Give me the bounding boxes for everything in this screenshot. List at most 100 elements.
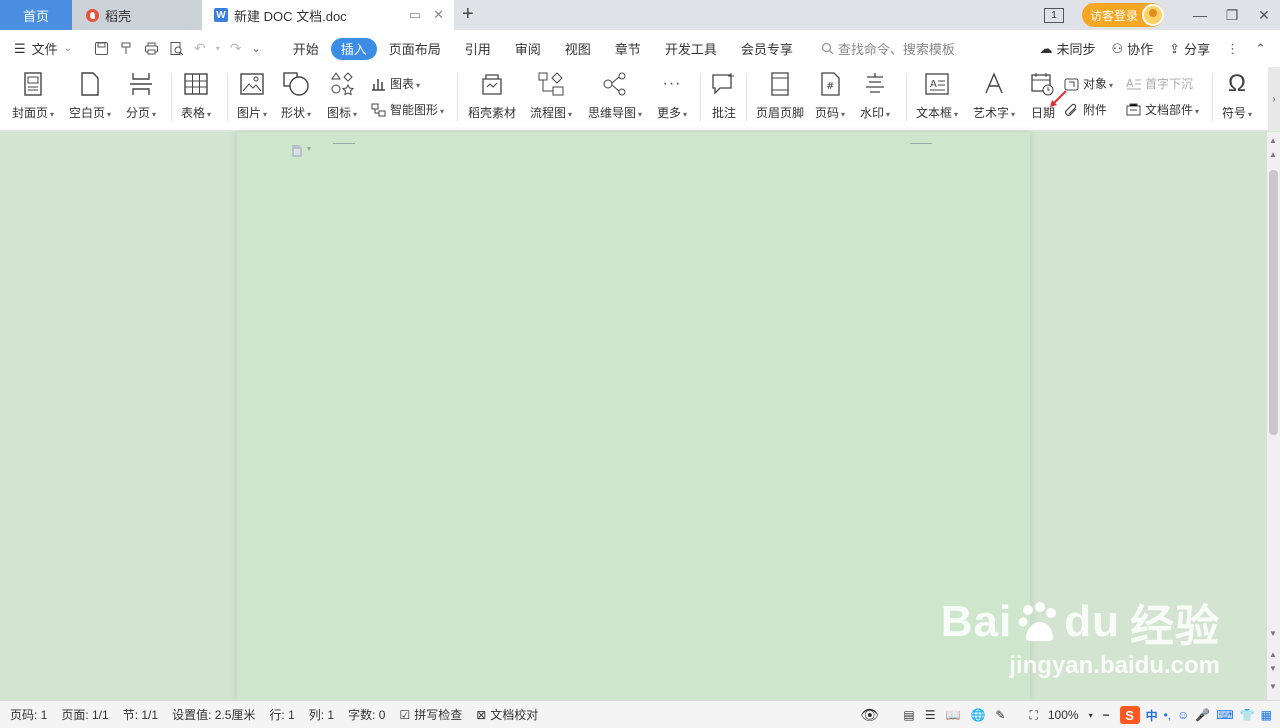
zoom-level[interactable]: 100% xyxy=(1048,708,1079,722)
tab-section[interactable]: 章节 xyxy=(603,38,653,60)
ime-toolbox-icon[interactable]: ▦ xyxy=(1261,708,1272,722)
tab-references[interactable]: 引用 xyxy=(453,38,503,60)
table-button[interactable]: 表格 xyxy=(181,71,211,121)
format-painter-icon[interactable] xyxy=(119,41,134,56)
zoom-out-icon[interactable]: − xyxy=(1103,708,1110,722)
doc-proof-button[interactable]: ⊠ 文档校对 xyxy=(476,706,538,723)
scroll-page-down-icon[interactable]: ▼ xyxy=(1269,629,1277,638)
symbol-button[interactable]: Ω 符号 xyxy=(1222,70,1252,121)
header-footer-button[interactable]: 页眉页脚 xyxy=(756,71,804,121)
scroll-down-icon[interactable]: ▼ xyxy=(1269,682,1277,691)
tab-developer[interactable]: 开发工具 xyxy=(653,38,729,60)
ime-skin-icon[interactable]: 👕 xyxy=(1240,708,1255,722)
tab-start[interactable]: 开始 xyxy=(281,38,331,60)
flowchart-button[interactable]: 流程图 xyxy=(530,71,572,121)
divider xyxy=(227,73,228,121)
window-count-badge[interactable]: 1 xyxy=(1043,7,1064,23)
watermark-button[interactable]: 水印 xyxy=(860,71,890,121)
attachment-button[interactable]: 附件 xyxy=(1064,101,1107,118)
picture-button[interactable]: 图片 xyxy=(237,71,267,121)
object-button[interactable]: 对象 xyxy=(1064,75,1113,92)
more-options-icon[interactable]: ⋮ xyxy=(1226,41,1239,57)
restore-icon[interactable]: ❐ xyxy=(1216,7,1248,24)
doke-material-button[interactable]: 稻壳素材 xyxy=(468,71,516,121)
status-setting[interactable]: 设置值: 2.5厘米 xyxy=(172,706,255,723)
status-section[interactable]: 节: 1/1 xyxy=(123,706,158,723)
tab-page-layout[interactable]: 页面布局 xyxy=(377,38,453,60)
mindmap-button[interactable]: 思维导图 xyxy=(588,71,642,121)
minimize-icon[interactable]: — xyxy=(1184,7,1216,23)
wordart-button[interactable]: 艺术字 xyxy=(973,71,1015,121)
page-number-button[interactable]: # 页码 xyxy=(815,71,845,121)
pin-window-icon[interactable]: ▭ xyxy=(409,7,421,23)
divider xyxy=(1212,73,1213,121)
watermark-label: 水印 xyxy=(860,104,890,121)
undo-dropdown-icon[interactable]: ▾ xyxy=(216,44,220,53)
scroll-prev-page-icon[interactable]: ▲ xyxy=(1269,650,1277,659)
paragraph-layout-icon[interactable]: ▾ xyxy=(291,144,311,158)
save-icon[interactable] xyxy=(94,41,109,56)
status-page-code[interactable]: 页码: 1 xyxy=(10,706,47,723)
tab-insert[interactable]: 插入 xyxy=(330,37,377,60)
outline-view-icon[interactable]: ☰ xyxy=(925,708,936,722)
tab-document[interactable]: W 新建 DOC 文档.doc ▭ ✕ xyxy=(202,0,454,30)
scroll-up-icon[interactable]: ▲ xyxy=(1269,136,1277,145)
ime-language[interactable]: 中 xyxy=(1146,707,1158,724)
doc-parts-button[interactable]: 文档部件 xyxy=(1126,101,1199,118)
print-preview-icon[interactable] xyxy=(169,41,184,56)
zoom-dropdown-icon[interactable]: ▾ xyxy=(1089,711,1093,720)
visitor-login-button[interactable]: 访客登录 xyxy=(1081,3,1164,27)
tab-view[interactable]: 视图 xyxy=(553,38,603,60)
smartart-button[interactable]: 智能图形 xyxy=(371,101,444,118)
sync-button[interactable]: ☁ 未同步 xyxy=(1039,39,1095,58)
undo-icon[interactable]: ↶ xyxy=(194,40,206,57)
close-tab-icon[interactable]: ✕ xyxy=(433,7,444,23)
icon-library-button[interactable]: 图标 xyxy=(327,71,357,121)
more-button[interactable]: ··· 更多 xyxy=(657,71,687,121)
blank-page-button[interactable]: 空白页 xyxy=(69,71,111,121)
customize-toolbar-icon[interactable]: ⌄ xyxy=(251,42,260,55)
page-break-button[interactable]: 分页 xyxy=(126,71,156,121)
chart-button[interactable]: 图表 xyxy=(371,75,420,92)
collaborate-button[interactable]: ⚇ 协作 xyxy=(1112,39,1154,58)
sogou-ime-icon[interactable]: S xyxy=(1119,706,1140,724)
status-pages[interactable]: 页面: 1/1 xyxy=(61,706,108,723)
collapse-ribbon-icon[interactable]: ⌃ xyxy=(1255,41,1266,57)
dropcap-button[interactable]: A 首字下沉 xyxy=(1126,75,1193,92)
fit-zoom-icon[interactable]: ⛶ xyxy=(1029,708,1037,723)
vertical-scrollbar[interactable]: ▲ ▲ ▼ ▲ ▼ ▼ xyxy=(1266,132,1280,700)
command-search[interactable]: 查找命令、搜索模板 xyxy=(821,39,955,58)
textbox-button[interactable]: A 文本框 xyxy=(916,71,958,121)
reading-view-icon[interactable]: 📖 xyxy=(945,708,960,722)
redo-icon[interactable]: ↷ xyxy=(230,40,242,57)
write-mode-icon[interactable]: ✎ xyxy=(995,708,1005,722)
new-tab-button[interactable]: + xyxy=(462,3,474,26)
share-button[interactable]: ⇪ 分享 xyxy=(1169,39,1210,58)
web-view-icon[interactable]: 🌐 xyxy=(970,708,985,722)
status-col[interactable]: 列: 1 xyxy=(309,706,334,723)
close-window-icon[interactable]: ✕ xyxy=(1248,7,1280,24)
eye-protection-icon[interactable]: 👁 xyxy=(860,706,879,724)
scroll-next-page-icon[interactable]: ▼ xyxy=(1269,664,1277,673)
ribbon-scroll-right-icon[interactable]: › xyxy=(1268,67,1280,131)
ime-keyboard-icon[interactable]: ⌨ xyxy=(1216,708,1233,722)
tab-home[interactable]: 首页 xyxy=(0,0,72,30)
status-row[interactable]: 行: 1 xyxy=(269,706,294,723)
tab-review[interactable]: 审阅 xyxy=(503,38,553,60)
spell-check-button[interactable]: ☑ 拼写检查 xyxy=(399,706,462,723)
ime-punctuation-icon[interactable]: •, xyxy=(1164,708,1172,722)
page-view-icon[interactable]: ▤ xyxy=(903,708,914,722)
scroll-page-up-icon[interactable]: ▲ xyxy=(1269,150,1277,159)
scrollbar-thumb[interactable] xyxy=(1269,170,1278,435)
comment-button[interactable]: 批注 xyxy=(711,71,737,121)
ime-emoji-icon[interactable]: ☺ xyxy=(1177,708,1189,722)
tab-member[interactable]: 会员专享 xyxy=(729,38,805,60)
tab-doke[interactable]: 稻壳 xyxy=(72,0,202,30)
cover-page-button[interactable]: 封面页 xyxy=(12,71,54,121)
ime-voice-icon[interactable]: 🎤 xyxy=(1195,708,1210,722)
status-words[interactable]: 字数: 0 xyxy=(348,706,385,723)
document-page[interactable]: ▾ xyxy=(237,132,1030,700)
print-icon[interactable] xyxy=(144,41,159,56)
shape-button[interactable]: 形状 xyxy=(281,71,311,121)
file-menu[interactable]: ☰ 文件 ⌄ xyxy=(0,39,88,58)
